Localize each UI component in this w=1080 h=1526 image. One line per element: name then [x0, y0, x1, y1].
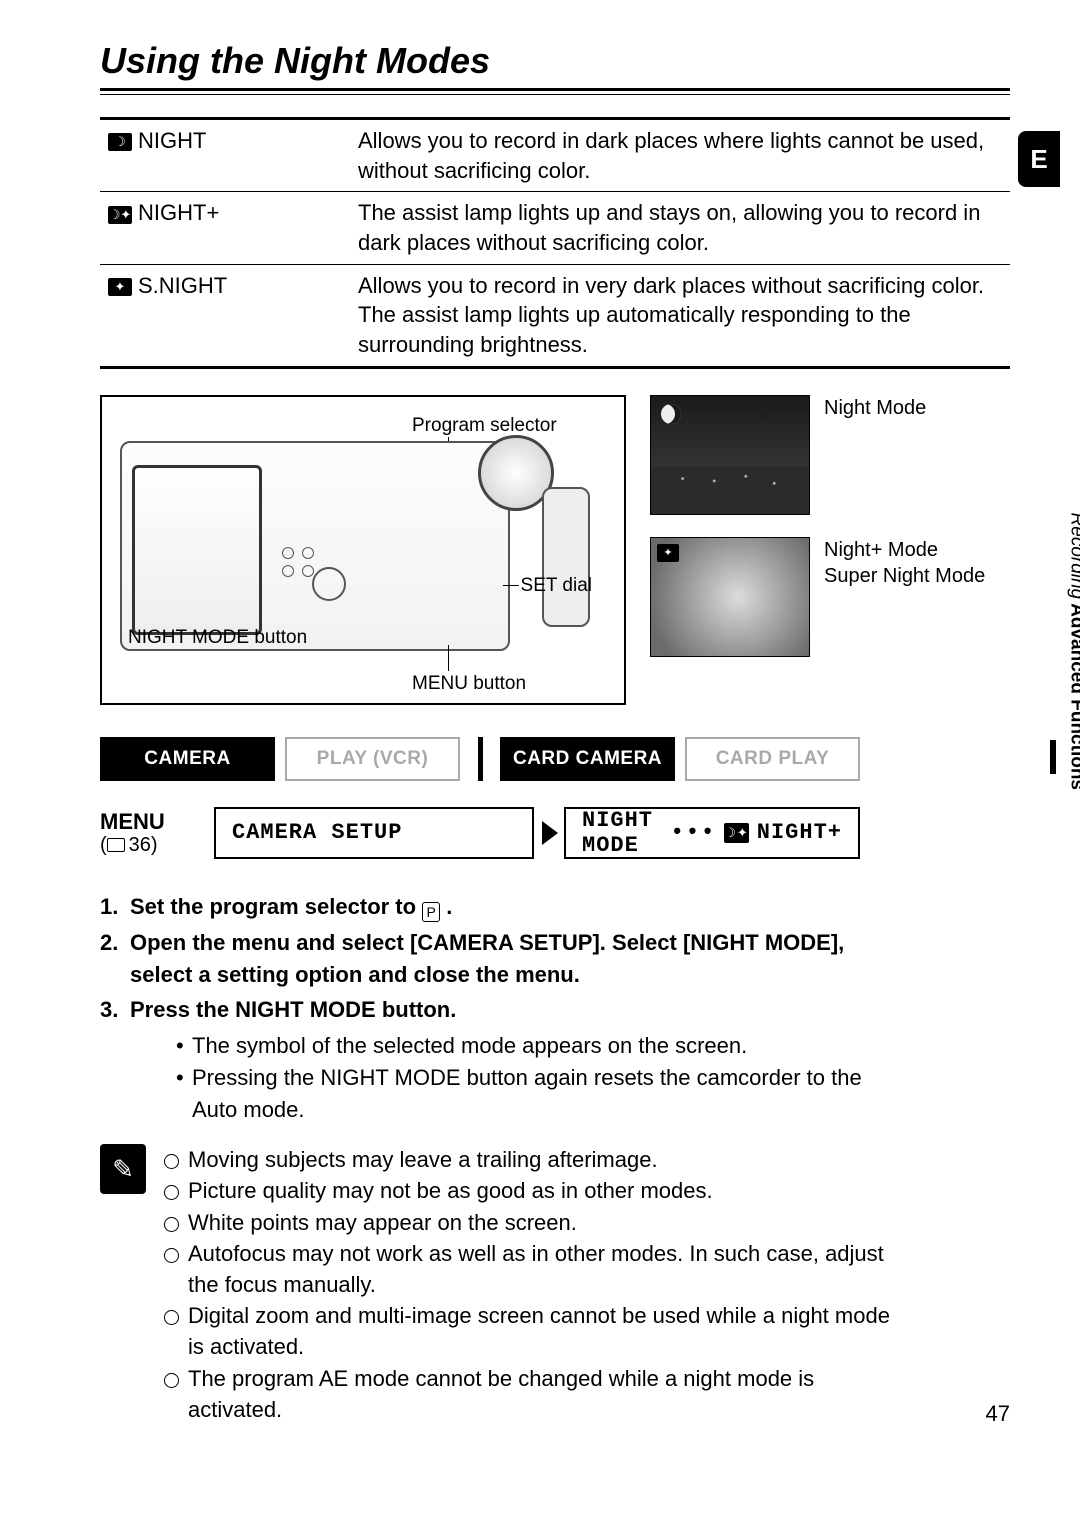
table-row: ☽✦ NIGHT+ The assist lamp lights up and st… — [100, 192, 1010, 264]
step-item: Press the NIGHT MODE button. The symbol o… — [100, 994, 890, 1126]
dots-icon — [671, 820, 717, 845]
menu-box-night-mode: NIGHT MODE ☽✦ NIGHT+ — [564, 807, 860, 859]
notes-list: Moving subjects may leave a trailing aft… — [164, 1144, 910, 1425]
note-item: Moving subjects may leave a trailing aft… — [164, 1144, 910, 1175]
note-icon: ✎ — [100, 1144, 146, 1194]
step-sub-item: The symbol of the selected mode appears … — [176, 1030, 890, 1062]
language-tab: E — [1018, 131, 1060, 187]
night-mode-icon: ✦ — [108, 278, 132, 296]
label-program-selector: Program selector — [412, 415, 557, 437]
note-item: Picture quality may not be as good as in… — [164, 1175, 910, 1206]
night-plus-icon: ☽✦ — [724, 823, 749, 843]
note-item: The program AE mode cannot be changed wh… — [164, 1363, 910, 1425]
mode-pill-divider — [470, 737, 490, 781]
mode-name: S.NIGHT — [138, 273, 227, 298]
step-item: Set the program selector to P . — [100, 891, 890, 923]
menu-box-camera-setup: CAMERA SETUP — [214, 807, 534, 859]
side-section: Advanced Functions — [1065, 603, 1080, 790]
page-number: 47 — [986, 1401, 1010, 1427]
caption-night-plus: Night+ Mode Super Night Mode — [824, 537, 985, 589]
camcorder-grip — [542, 487, 590, 627]
camcorder-buttons — [282, 547, 372, 617]
mode-pill-card-camera: CARD CAMERA — [500, 737, 675, 781]
note-item: Autofocus may not work as well as in oth… — [164, 1238, 910, 1300]
night-modes-table: ☽ NIGHT Allows you to record in dark place… — [100, 117, 1010, 369]
menu-right-prefix: NIGHT MODE — [582, 808, 663, 858]
sample-night-plus-image: ✦ — [650, 537, 810, 657]
side-section-label: Recording Advanced Functions — [1065, 513, 1080, 790]
label-menu-btn: MENU button — [412, 673, 526, 695]
menu-label: MENU (36) — [100, 810, 204, 856]
step-item: Open the menu and select [CAMERA SETUP].… — [100, 927, 890, 991]
step-sub-item: Pressing the NIGHT MODE button again res… — [176, 1062, 890, 1126]
step-sublist: The symbol of the selected mode appears … — [130, 1030, 890, 1126]
thumb-tab — [1050, 740, 1056, 774]
caption-night: Night Mode — [824, 395, 926, 421]
label-night-mode-btn: NIGHT MODE button — [128, 627, 307, 649]
camcorder-diagram: Program selector SET dial NIGHT MODE but… — [100, 395, 626, 705]
mode-description: Allows you to record in dark places wher… — [350, 119, 1010, 192]
table-row: ☽ NIGHT Allows you to record in dark place… — [100, 119, 1010, 192]
mode-description: The assist lamp lights up and stays on, … — [350, 192, 1010, 264]
mode-name: NIGHT — [138, 128, 206, 153]
menu-label-text: MENU — [100, 810, 204, 834]
steps-list: Set the program selector to P . Open the … — [100, 891, 890, 1126]
note-item: White points may appear on the screen. — [164, 1207, 910, 1238]
side-sub: Recording — [1065, 513, 1080, 600]
p-mode-icon: P — [422, 902, 440, 922]
mode-pill-card-play: CARD PLAY — [685, 737, 860, 781]
table-row: ✦ S.NIGHT Allows you to record in very dar… — [100, 264, 1010, 367]
label-set-dial: SET dial — [521, 575, 592, 597]
sample-night-image — [650, 395, 810, 515]
caption-super-night: Super Night Mode — [824, 565, 985, 587]
caption-night-plus-line1: Night+ Mode — [824, 539, 938, 561]
mode-description: Allows you to record in very dark places… — [350, 264, 1010, 367]
menu-page-ref: 36 — [129, 834, 151, 856]
step-title: Set the program selector to P . — [130, 894, 452, 919]
triangle-right-icon — [542, 821, 558, 845]
camcorder-lcd — [132, 465, 262, 635]
mode-name: NIGHT+ — [138, 200, 219, 225]
menu-right-value: NIGHT+ — [757, 820, 842, 845]
page-title: Using the Night Modes — [100, 40, 1010, 82]
night-mode-icon: ☽✦ — [108, 206, 132, 224]
note-item: Digital zoom and multi-image screen cann… — [164, 1300, 910, 1362]
title-rule — [100, 88, 1010, 95]
night-mode-icon: ☽ — [108, 133, 132, 151]
mode-pill-play-vcr: PLAY (VCR) — [285, 737, 460, 781]
step-title: Open the menu and select [CAMERA SETUP].… — [130, 930, 844, 987]
mode-pill-camera: CAMERA — [100, 737, 275, 781]
book-icon — [107, 838, 125, 852]
step-title: Press the NIGHT MODE button. — [130, 997, 456, 1022]
